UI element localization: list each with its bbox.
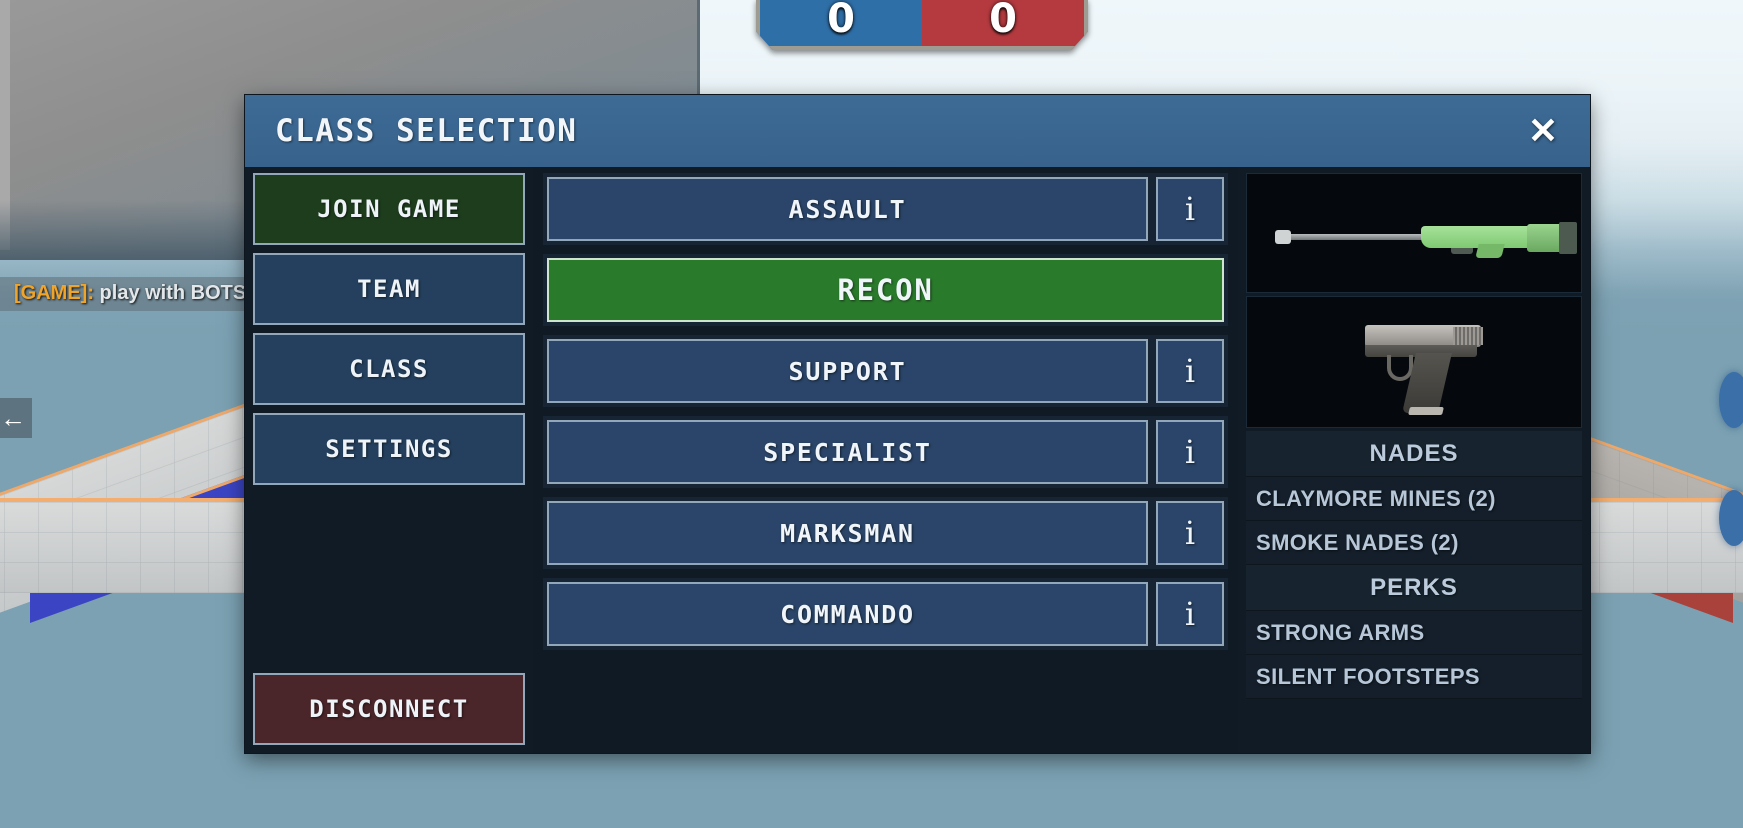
disconnect-button[interactable]: DISCONNECT bbox=[253, 673, 525, 745]
pistol-icon bbox=[1365, 325, 1485, 415]
secondary-weapon-preview bbox=[1246, 296, 1582, 428]
primary-weapon-preview bbox=[1246, 173, 1582, 293]
class-button-marksman[interactable]: MARKSMAN bbox=[547, 501, 1148, 565]
info-icon-support[interactable]: i bbox=[1156, 339, 1224, 403]
info-icon-commando[interactable]: i bbox=[1156, 582, 1224, 646]
class-label: RECON bbox=[837, 273, 934, 307]
left-floor bbox=[0, 498, 280, 593]
class-label: SPECIALIST bbox=[763, 437, 932, 467]
class-label: MARKSMAN bbox=[780, 518, 915, 548]
class-button-recon[interactable]: RECON bbox=[547, 258, 1224, 322]
class-button-commando[interactable]: COMMANDO bbox=[547, 582, 1148, 646]
blue-team-score: 0 bbox=[756, 0, 922, 50]
info-icon-assault[interactable]: i bbox=[1156, 177, 1224, 241]
nav-label: JOIN GAME bbox=[317, 195, 461, 223]
class-button-support[interactable]: SUPPORT bbox=[547, 339, 1148, 403]
nav-label: SETTINGS bbox=[325, 435, 453, 463]
sidebar-item-settings[interactable]: SETTINGS bbox=[253, 413, 525, 485]
chat-message: [GAME]: play with BOTS bbox=[0, 277, 257, 311]
class-button-specialist[interactable]: SPECIALIST bbox=[547, 420, 1148, 484]
red-team-score: 0 bbox=[922, 0, 1088, 50]
class-row: COMMANDO i bbox=[543, 578, 1228, 650]
info-icon-marksman[interactable]: i bbox=[1156, 501, 1224, 565]
sidebar-item-team[interactable]: TEAM bbox=[253, 253, 525, 325]
disconnect-label: DISCONNECT bbox=[309, 695, 469, 723]
nades-header: NADES bbox=[1246, 431, 1582, 477]
class-label: COMMANDO bbox=[780, 599, 915, 629]
page-title: CLASS SELECTION bbox=[275, 113, 578, 149]
modal-titlebar: CLASS SELECTION ✕ bbox=[245, 95, 1590, 167]
class-label: SUPPORT bbox=[788, 356, 907, 386]
scene-orb-upper bbox=[1719, 372, 1743, 428]
class-row: ASSAULT i bbox=[543, 173, 1228, 245]
class-list: ASSAULT i RECON SUPPORT i SPECIALIST i M… bbox=[533, 167, 1238, 753]
chat-text: play with BOTS bbox=[93, 282, 247, 304]
list-item-nade: CLAYMORE MINES (2) bbox=[1246, 477, 1582, 521]
nav-column: JOIN GAME TEAM CLASS SETTINGS DISCONNECT bbox=[245, 167, 533, 753]
class-row: SUPPORT i bbox=[543, 335, 1228, 407]
perks-header: PERKS bbox=[1246, 565, 1582, 611]
class-row: MARKSMAN i bbox=[543, 497, 1228, 569]
modal-body: JOIN GAME TEAM CLASS SETTINGS DISCONNECT… bbox=[245, 167, 1590, 753]
chat-source-tag: [GAME]: bbox=[14, 282, 94, 304]
list-item-nade: SMOKE NADES (2) bbox=[1246, 521, 1582, 565]
nav-label: TEAM bbox=[357, 275, 421, 303]
class-label: ASSAULT bbox=[788, 194, 907, 224]
sidebar-item-class[interactable]: CLASS bbox=[253, 333, 525, 405]
scene-orb-lower bbox=[1719, 490, 1743, 546]
list-item-perk: SILENT FOOTSTEPS bbox=[1246, 655, 1582, 699]
info-icon-specialist[interactable]: i bbox=[1156, 420, 1224, 484]
class-selection-modal: CLASS SELECTION ✕ JOIN GAME TEAM CLASS S… bbox=[245, 95, 1590, 753]
class-row: RECON bbox=[543, 254, 1228, 326]
list-item-perk: STRONG ARMS bbox=[1246, 611, 1582, 655]
class-button-assault[interactable]: ASSAULT bbox=[547, 177, 1148, 241]
close-icon[interactable]: ✕ bbox=[1518, 109, 1568, 153]
loadout-panel: NADES CLAYMORE MINES (2) SMOKE NADES (2)… bbox=[1238, 167, 1590, 753]
sidebar-item-join-game[interactable]: JOIN GAME bbox=[253, 173, 525, 245]
sniper-rifle-icon bbox=[1275, 222, 1577, 258]
nav-label: CLASS bbox=[349, 355, 429, 383]
scoreboard: 0 0 bbox=[756, 0, 1088, 50]
back-arrow-icon[interactable]: ← bbox=[0, 398, 32, 438]
class-row: SPECIALIST i bbox=[543, 416, 1228, 488]
